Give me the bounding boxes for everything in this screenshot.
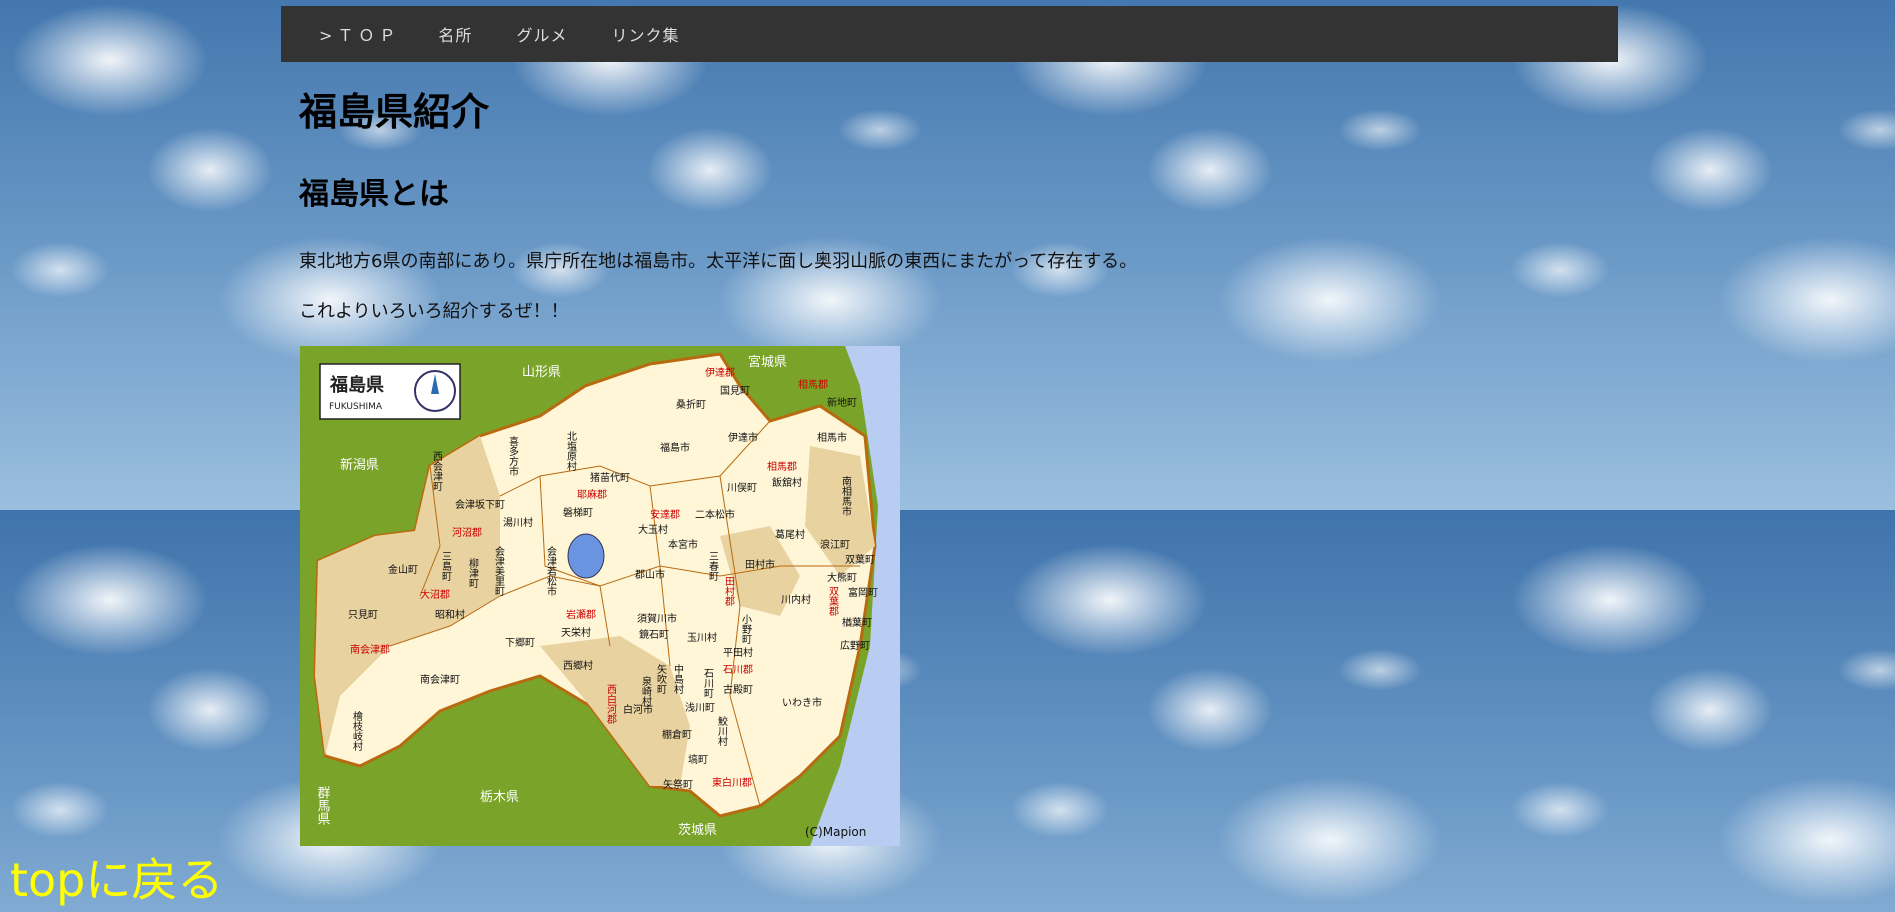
map-label: 田村郡 — [723, 576, 735, 607]
map-label: 浪江町 — [820, 538, 850, 551]
map-label: 飯舘村 — [772, 476, 802, 489]
map-label: 会津若松市 — [545, 545, 557, 597]
map-label: 郡山市 — [635, 568, 665, 581]
map-label: 南会津郡 — [350, 643, 390, 656]
map-label: 楢葉町 — [842, 616, 872, 629]
map-label: 相馬郡 — [798, 378, 828, 391]
map-logo-kanji: 福島県 — [329, 374, 384, 396]
map-label: 大玉村 — [638, 523, 668, 536]
map-label: 川内村 — [781, 593, 811, 606]
map-label: 大沼郡 — [420, 588, 450, 601]
nav-links-link[interactable]: リンク集 — [611, 22, 679, 46]
map-label: 玉川村 — [687, 631, 717, 644]
label-niigata: 新潟県 — [340, 457, 379, 473]
map-label: 新地町 — [827, 396, 857, 409]
map-label: 北塩原村 — [565, 431, 577, 471]
map-label: 南相馬市 — [840, 475, 852, 517]
map-label: 中島村 — [672, 663, 684, 694]
map-label: 双葉郡 — [827, 586, 839, 617]
map-label: 広野町 — [840, 639, 870, 652]
map-label: 安達郡 — [650, 508, 680, 521]
map-label: 石川郡 — [723, 664, 753, 676]
map-label: 西白河郡 — [605, 684, 617, 725]
page-title: 福島県紹介 — [299, 90, 490, 134]
map-label: 耶麻郡 — [577, 488, 607, 501]
map-label: 鮫川村 — [716, 715, 728, 746]
map-label: 富岡町 — [848, 586, 878, 599]
map-label: 河沼郡 — [452, 526, 482, 539]
map-label: 双葉町 — [845, 553, 875, 566]
map-label: 国見町 — [720, 385, 750, 397]
map-logo-roman: FUKUSHIMA — [329, 402, 383, 412]
map-label: 天栄村 — [561, 626, 591, 639]
map-copyright: (C)Mapion — [805, 825, 866, 839]
map-label: 会津美里町 — [493, 545, 505, 596]
map-label: 磐梯町 — [563, 506, 593, 519]
map-label: 古殿町 — [723, 683, 753, 696]
label-ibaraki: 茨城県 — [678, 823, 717, 838]
lake-inawashiro — [567, 533, 605, 579]
map-label: 南会津町 — [420, 673, 460, 686]
map-label: 東白川郡 — [712, 776, 752, 789]
map-label: 石川町 — [702, 668, 714, 698]
nav-top-link[interactable]: >ＴＯＰ — [319, 22, 400, 46]
map-label: 柳津町 — [467, 557, 479, 588]
map-label: 三島町 — [440, 551, 452, 581]
map-label: 浅川町 — [685, 701, 715, 714]
map-label: 相馬市 — [817, 431, 847, 444]
map-label: 下郷町 — [505, 637, 535, 649]
map-label: 相馬郡 — [767, 460, 797, 473]
intro-paragraph-2: これよりいろいろ紹介するぜ！！ — [299, 301, 569, 322]
nav-sights-link[interactable]: 名所 — [438, 22, 472, 46]
map-label: 泉崎村 — [640, 675, 652, 706]
map-label: 田村市 — [745, 558, 775, 571]
map-label: 須賀川市 — [637, 612, 677, 625]
map-label: 福島市 — [660, 441, 690, 454]
section-title: 福島県とは — [299, 177, 449, 212]
map-label: 大熊町 — [827, 571, 857, 584]
map-label: 猪苗代町 — [590, 472, 630, 484]
nav-gourmet-link[interactable]: グルメ — [516, 22, 567, 46]
map-label: 檜枝岐村 — [351, 710, 363, 751]
map-label: いわき市 — [782, 696, 822, 709]
fukushima-map-image: 福島県 FUKUSHIMA 山形県 宮城県 新潟県 栃木県 茨城県 群馬県 伊達… — [300, 346, 900, 846]
intro-paragraph: 東北地方6県の南部にあり。県庁所在地は福島市。太平洋に面し奥羽山脈の東西にまたが… — [299, 251, 1138, 272]
map-label: 小野町 — [740, 614, 752, 644]
map-label: 矢吹町 — [655, 663, 667, 694]
map-label: 鏡石町 — [639, 628, 669, 641]
map-label: 岩瀬郡 — [566, 608, 596, 621]
map-label: 喜多方市 — [507, 435, 519, 477]
map-label: 西郷村 — [563, 659, 593, 672]
map-label: 平田村 — [723, 646, 753, 659]
map-label: 二本松市 — [695, 508, 735, 521]
map-label: 矢祭町 — [663, 778, 693, 791]
map-label: 湯川村 — [503, 516, 533, 529]
map-label: 葛尾村 — [775, 528, 805, 541]
map-label: 本宮市 — [668, 538, 698, 551]
map-label: 川俣町 — [727, 481, 757, 494]
label-yamagata: 山形県 — [522, 365, 561, 380]
map-label: 金山町 — [388, 563, 418, 576]
map-label: 棚倉町 — [662, 728, 692, 741]
map-label: 只見町 — [348, 609, 378, 621]
label-gunma: 群馬県 — [315, 786, 331, 825]
map-label: 三春町 — [707, 551, 719, 581]
map-label: 桑折町 — [676, 398, 706, 411]
map-label: 会津坂下町 — [455, 498, 505, 511]
map-label: 塙町 — [688, 753, 708, 766]
map-label: 伊達市 — [728, 431, 758, 444]
label-tochigi: 栃木県 — [480, 790, 519, 805]
map-label: 昭和村 — [435, 608, 465, 621]
back-to-top-link[interactable]: topに戻る — [10, 857, 223, 903]
top-nav: >ＴＯＰ 名所 グルメ リンク集 — [281, 6, 1618, 62]
label-miyagi: 宮城県 — [748, 354, 787, 370]
map-label: 西会津町 — [431, 451, 443, 491]
map-label: 伊達郡 — [705, 367, 735, 379]
